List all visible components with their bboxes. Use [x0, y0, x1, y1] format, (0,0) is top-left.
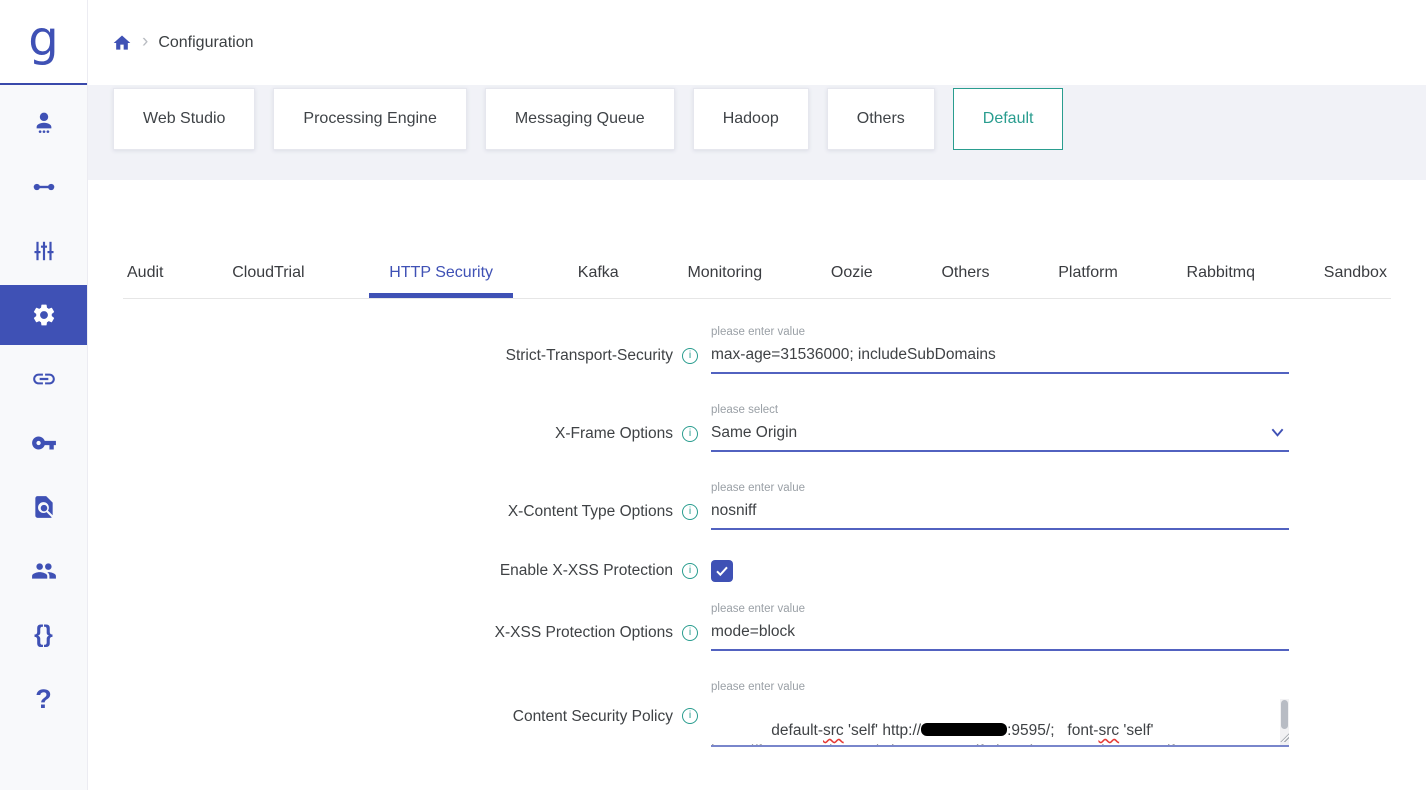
breadcrumb-separator-icon: ›: [142, 31, 148, 53]
sidebar-nav: {} ?: [0, 85, 87, 731]
content-panel: Audit CloudTrial HTTP Security Kafka Mon…: [88, 180, 1426, 790]
info-icon[interactable]: i: [682, 708, 698, 724]
tab-rabbitmq[interactable]: Rabbitmq: [1183, 264, 1259, 298]
sidebar-item-help[interactable]: ?: [0, 667, 87, 731]
tab-kafka[interactable]: Kafka: [574, 264, 623, 298]
user-icon: [31, 110, 57, 136]
field-label: X-Content Type Options: [508, 503, 673, 521]
category-default[interactable]: Default: [953, 88, 1064, 150]
category-messaging-queue[interactable]: Messaging Queue: [485, 88, 675, 150]
textarea-resize-handle[interactable]: [1280, 733, 1289, 742]
sidebar-item-api[interactable]: {}: [0, 603, 87, 667]
field-hint: please enter value: [711, 482, 1289, 496]
topbar: › Configuration: [88, 0, 1426, 85]
sidebar: g: [0, 0, 88, 790]
home-breadcrumb[interactable]: [112, 33, 132, 53]
field-x-frame-options: X-Frame Options i please select Same Ori…: [88, 404, 1426, 452]
gear-icon: [31, 302, 57, 328]
field-enable-x-xss-protection: Enable X-XSS Protection i: [88, 560, 1426, 582]
node-link-icon: [31, 174, 57, 200]
field-label: X-Frame Options: [555, 425, 673, 443]
sidebar-item-audit-search[interactable]: [0, 475, 87, 539]
field-x-content-type-options: X-Content Type Options i please enter va…: [88, 482, 1426, 530]
field-hint: please enter value: [711, 681, 1289, 695]
tab-monitoring[interactable]: Monitoring: [683, 264, 766, 298]
textarea-scrollbar-thumb[interactable]: [1281, 700, 1288, 729]
sidebar-item-configuration[interactable]: [0, 285, 87, 345]
info-icon[interactable]: i: [682, 348, 698, 364]
help-icon: ?: [35, 686, 52, 713]
x-frame-options-select[interactable]: Same Origin: [711, 422, 1289, 452]
tab-platform[interactable]: Platform: [1054, 264, 1122, 298]
sidebar-item-tuning[interactable]: [0, 219, 87, 283]
info-icon[interactable]: i: [682, 426, 698, 442]
info-icon[interactable]: i: [682, 563, 698, 579]
tab-sandbox[interactable]: Sandbox: [1320, 264, 1391, 298]
chevron-down-icon[interactable]: [1270, 425, 1285, 440]
key-icon: [31, 430, 57, 456]
link-icon: [31, 366, 57, 392]
field-x-xss-protection-options: X-XSS Protection Options i please enter …: [88, 603, 1426, 651]
category-hadoop[interactable]: Hadoop: [693, 88, 809, 150]
sidebar-item-connections[interactable]: [0, 155, 87, 219]
field-strict-transport-security: Strict-Transport-Security i please enter…: [88, 326, 1426, 374]
main-area: › Configuration Web Studio Processing En…: [88, 0, 1426, 790]
sidebar-item-links[interactable]: [0, 347, 87, 411]
tab-cloudtrial[interactable]: CloudTrial: [228, 264, 308, 298]
content-security-policy-textarea[interactable]: default-src 'self' http://:9595/; font-s…: [711, 699, 1289, 747]
field-content-security-policy: Content Security Policy i please enter v…: [88, 681, 1426, 747]
tab-oozie[interactable]: Oozie: [827, 264, 877, 298]
breadcrumb-title: Configuration: [158, 34, 253, 52]
field-label: X-XSS Protection Options: [495, 624, 673, 642]
home-icon: [112, 33, 132, 53]
document-search-icon: [31, 494, 57, 520]
field-label: Strict-Transport-Security: [506, 347, 673, 365]
sliders-icon: [31, 238, 57, 264]
info-icon[interactable]: i: [682, 625, 698, 641]
app-logo[interactable]: g: [0, 0, 87, 85]
http-security-form: Strict-Transport-Security i please enter…: [88, 326, 1426, 747]
sidebar-item-groups[interactable]: [0, 539, 87, 603]
checkmark-icon: [714, 563, 730, 579]
field-label: Enable X-XSS Protection: [500, 562, 673, 580]
app-window: g: [0, 0, 1426, 790]
x-content-type-options-input[interactable]: nosniff: [711, 500, 1289, 530]
field-hint: please enter value: [711, 326, 1289, 340]
info-icon[interactable]: i: [682, 504, 698, 520]
strict-transport-security-input[interactable]: max-age=31536000; includeSubDomains: [711, 344, 1289, 374]
sidebar-item-keys[interactable]: [0, 411, 87, 475]
tab-audit[interactable]: Audit: [123, 264, 167, 298]
redacted-ip: [921, 723, 1007, 736]
field-hint: please enter value: [711, 603, 1289, 617]
category-others[interactable]: Others: [827, 88, 935, 150]
sidebar-item-users[interactable]: [0, 91, 87, 155]
logo-g: g: [28, 15, 58, 63]
field-label: Content Security Policy: [513, 708, 673, 726]
tab-http-security[interactable]: HTTP Security: [369, 264, 513, 298]
tab-bar: Audit CloudTrial HTTP Security Kafka Mon…: [123, 264, 1391, 299]
category-strip: Web Studio Processing Engine Messaging Q…: [88, 85, 1426, 180]
tab-others[interactable]: Others: [937, 264, 993, 298]
category-web-studio[interactable]: Web Studio: [113, 88, 255, 150]
x-xss-protection-options-input[interactable]: mode=block: [711, 621, 1289, 651]
people-icon: [31, 558, 57, 584]
category-processing-engine[interactable]: Processing Engine: [273, 88, 466, 150]
enable-x-xss-protection-checkbox[interactable]: [711, 560, 733, 582]
braces-icon: {}: [34, 623, 53, 647]
field-hint: please select: [711, 404, 1289, 418]
